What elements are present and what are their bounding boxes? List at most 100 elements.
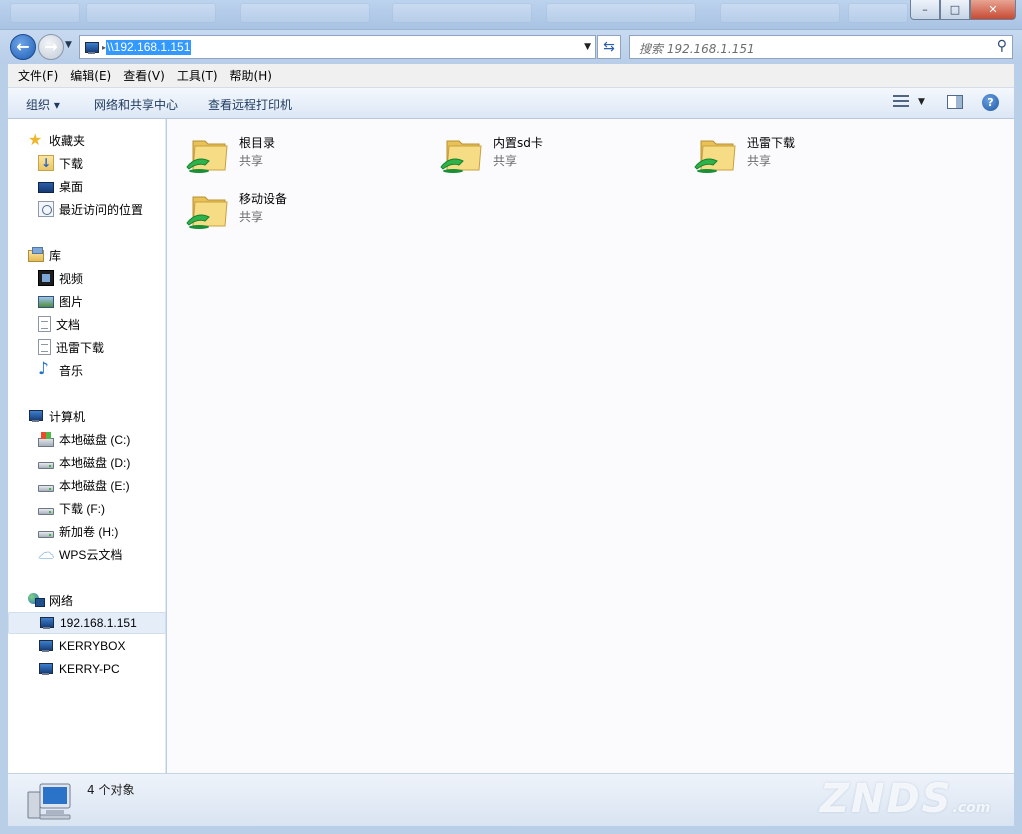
background-window-tab [720, 3, 840, 23]
system-drive-icon [38, 431, 54, 447]
sidebar-libraries[interactable]: 库 [8, 244, 166, 266]
hard-drive-icon [38, 530, 54, 538]
menu-view[interactable]: 查看(V) [117, 67, 171, 84]
hard-drive-icon [38, 484, 54, 492]
network-globe-icon [28, 592, 45, 608]
picture-icon [38, 296, 54, 308]
minimize-button[interactable]: – [910, 0, 940, 20]
menu-edit[interactable]: 编辑(E) [64, 67, 117, 84]
item-name: 移动设备 [239, 192, 288, 206]
shared-folder-icon [186, 140, 228, 173]
sidebar-item-192-168-1-151[interactable]: 192.168.1.151 [8, 612, 166, 634]
sidebar-item-drive-d[interactable]: 本地磁盘 (D:) [8, 451, 166, 473]
sidebar-label: 本地磁盘 (D:) [59, 455, 131, 470]
shared-folder-item[interactable]: 移动设备 共享 [167, 175, 407, 229]
sidebar-label: 迅雷下载 [56, 340, 105, 355]
item-name: 内置sd卡 [493, 136, 543, 150]
background-window-tab [392, 3, 532, 23]
sidebar-label: 图片 [59, 294, 84, 309]
navigation-bar: ← → ▼ ▸ \\192.168.1.151 ▼ ⇆ 搜索 192.168.1… [0, 30, 1022, 64]
address-path[interactable]: \\192.168.1.151 [106, 40, 192, 55]
background-window-tab [240, 3, 370, 23]
network-computer-icon [38, 661, 54, 677]
watermark-suffix: .com [952, 800, 991, 816]
sidebar-label: 库 [49, 248, 62, 263]
sidebar-label: WPS云文档 [59, 547, 123, 562]
address-dropdown-icon[interactable]: ▼ [584, 42, 591, 52]
close-button[interactable]: ✕ [970, 0, 1016, 20]
cloud-icon [38, 543, 54, 562]
video-icon [38, 270, 54, 286]
sidebar-item-drive-e[interactable]: 本地磁盘 (E:) [8, 474, 166, 496]
sidebar-item-pictures[interactable]: 图片 [8, 290, 166, 312]
help-icon[interactable]: ? [982, 94, 999, 111]
item-type: 共享 [493, 154, 518, 168]
menu-tools[interactable]: 工具(T) [171, 67, 224, 84]
sidebar-item-drive-h[interactable]: 新加卷 (H:) [8, 520, 166, 542]
refresh-button[interactable]: ⇆ [597, 35, 621, 59]
sidebar-item-music[interactable]: 音乐 [8, 359, 166, 381]
music-note-icon [38, 359, 54, 379]
item-count: 4 个对象 [87, 783, 135, 797]
sidebar-label: 本地磁盘 (E:) [59, 478, 130, 493]
sidebar-network[interactable]: 网络 [8, 589, 166, 611]
sidebar-label: 桌面 [59, 179, 84, 194]
item-type: 共享 [239, 210, 264, 224]
library-icon [28, 247, 44, 262]
search-icon[interactable]: ⚲ [997, 38, 1007, 54]
shared-folder-icon [440, 140, 482, 173]
sidebar-item-recent-places[interactable]: 最近访问的位置 [8, 198, 166, 220]
recent-pages-dropdown-icon[interactable]: ▼ [65, 40, 72, 50]
menu-help[interactable]: 帮助(H) [224, 67, 278, 84]
sidebar-item-downloads[interactable]: 下载 [8, 152, 166, 174]
downloads-folder-icon [38, 155, 54, 171]
sidebar-label: 192.168.1.151 [60, 616, 137, 630]
document-icon [38, 316, 51, 332]
network-sharing-center-button[interactable]: 网络和共享中心 [94, 96, 178, 113]
background-window-tab [848, 3, 908, 23]
network-computer-icon [38, 638, 54, 654]
sidebar-item-desktop[interactable]: 桌面 [8, 175, 166, 197]
view-remote-printers-button[interactable]: 查看远程打印机 [208, 96, 292, 113]
sidebar-item-kerrybox[interactable]: KERRYBOX [8, 635, 166, 657]
network-computer-icon [27, 783, 71, 820]
sidebar-item-thunder-downloads[interactable]: 迅雷下载 [8, 336, 166, 358]
sidebar-item-wps-cloud[interactable]: WPS云文档 [8, 543, 166, 565]
forward-button[interactable]: → [38, 34, 64, 60]
file-list: 根目录 共享 内置sd卡 共享 迅雷下载 共享 移动设备 共享 [167, 119, 1014, 773]
library-folder-icon [38, 339, 51, 355]
watermark-text: ZNDS [820, 776, 953, 822]
sidebar-item-drive-f[interactable]: 下载 (F:) [8, 497, 166, 519]
sidebar-label: 最近访问的位置 [59, 202, 144, 217]
preview-pane-icon[interactable] [947, 95, 963, 109]
sidebar-label: 新加卷 (H:) [59, 524, 119, 539]
view-options-dropdown-icon[interactable]: ▼ [918, 97, 925, 107]
search-box[interactable]: 搜索 192.168.1.151 ⚲ [629, 35, 1013, 59]
item-type: 共享 [239, 154, 264, 168]
shared-folder-item[interactable]: 内置sd卡 共享 [421, 119, 661, 173]
sidebar-item-documents[interactable]: 文档 [8, 313, 166, 335]
sidebar-item-videos[interactable]: 视频 [8, 267, 166, 289]
sidebar-label: 音乐 [59, 363, 84, 378]
shared-folder-item[interactable]: 迅雷下载 共享 [675, 119, 915, 173]
shared-folder-item[interactable]: 根目录 共享 [167, 119, 407, 173]
menu-file[interactable]: 文件(F) [12, 67, 64, 84]
address-bar[interactable]: ▸ \\192.168.1.151 ▼ [79, 35, 596, 59]
organize-button[interactable]: 组织 ▾ [26, 96, 60, 113]
sidebar-item-kerry-pc[interactable]: KERRY-PC [8, 658, 166, 680]
sidebar-label: 网络 [49, 593, 74, 608]
command-bar: 组织 ▾ 网络和共享中心 查看远程打印机 ▼ ? [8, 88, 1014, 119]
sidebar-computer[interactable]: 计算机 [8, 405, 166, 427]
background-window-tab [10, 3, 80, 23]
sidebar-favorites[interactable]: 收藏夹 [8, 129, 166, 151]
sidebar-item-drive-c[interactable]: 本地磁盘 (C:) [8, 428, 166, 450]
sidebar-label: 下载 (F:) [59, 501, 105, 516]
search-input[interactable]: 搜索 192.168.1.151 [639, 40, 755, 57]
details-pane: 4 个对象 ZNDS.com [8, 773, 1014, 826]
sidebar-label: 收藏夹 [49, 133, 86, 148]
network-computer-icon [84, 40, 100, 56]
change-view-icon[interactable] [893, 95, 913, 109]
back-button[interactable]: ← [10, 34, 36, 60]
computer-icon [28, 408, 44, 424]
maximize-button[interactable]: □ [940, 0, 970, 20]
